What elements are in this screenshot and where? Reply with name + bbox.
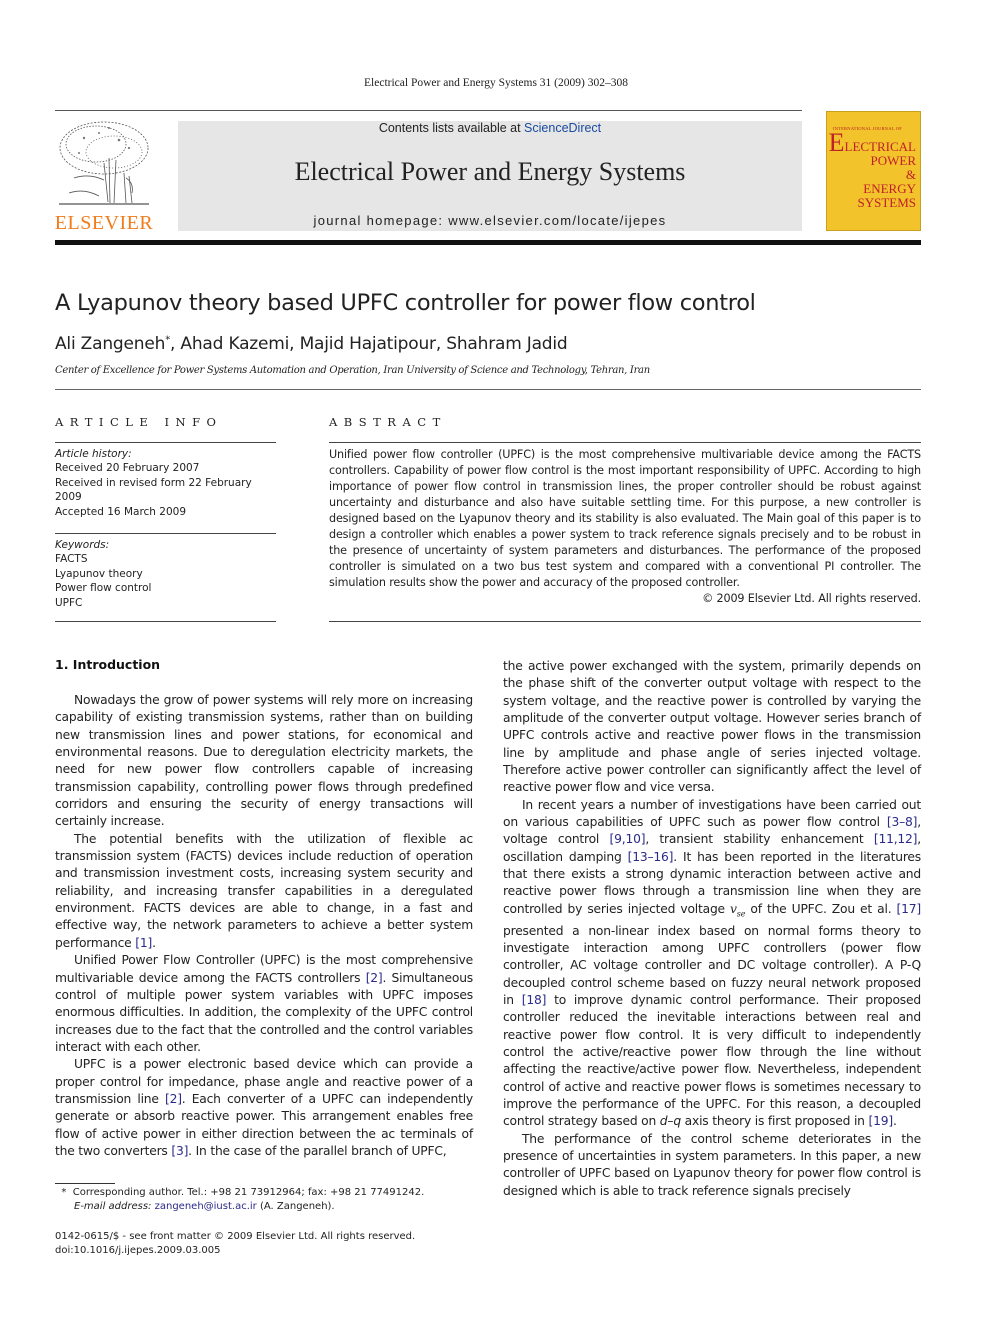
- email-link[interactable]: zangeneh@iust.ac.ir: [155, 1201, 257, 1212]
- paragraph-text: . In the case of the parallel branch of …: [188, 1143, 447, 1158]
- paragraph-text: In recent years a number of investigatio…: [503, 797, 921, 830]
- corresponding-author-info: Corresponding author. Tel.: +98 21 73912…: [72, 1187, 425, 1198]
- citation-link[interactable]: [11,12]: [874, 832, 918, 846]
- citation-link[interactable]: [1]: [135, 936, 152, 950]
- paragraph-text: axis theory is first proposed in: [680, 1114, 869, 1129]
- citation-link[interactable]: [3–8]: [887, 815, 918, 829]
- paragraph-text: to improve dynamic control performance. …: [503, 992, 921, 1129]
- citation-link[interactable]: [3]: [171, 1144, 188, 1158]
- author-name[interactable]: Ali Zangeneh: [55, 334, 165, 354]
- keyword-item: UPFC: [55, 596, 83, 609]
- paragraph: the active power exchanged with the syst…: [503, 659, 921, 795]
- history-item: Received 20 February 2007: [55, 462, 200, 475]
- paragraph: In recent years a number of investigatio…: [503, 797, 921, 1131]
- journal-cover-thumbnail[interactable]: INTERNATIONAL JOURNAL OF ELECTRICAL POWE…: [826, 111, 921, 231]
- paragraph-text: .: [152, 935, 156, 950]
- elsevier-logo[interactable]: ELSEVIER: [54, 118, 158, 236]
- cover-title: ELECTRICAL POWER & ENERGY SYSTEMS: [829, 130, 917, 210]
- contents-prefix: Contents lists available at: [378, 121, 525, 135]
- section-heading-introduction: 1. Introduction: [55, 657, 161, 672]
- math-base: v: [730, 901, 737, 916]
- cover-line: &: [905, 167, 916, 182]
- journal-homepage-link[interactable]: journal homepage: www.elsevier.com/locat…: [178, 213, 802, 228]
- history-item: Accepted 16 March 2009: [55, 505, 187, 518]
- running-head: Electrical Power and Energy Systems 31 (…: [364, 77, 628, 89]
- footnote: * Corresponding author. Tel.: +98 21 739…: [55, 1186, 475, 1214]
- sciencedirect-link[interactable]: ScienceDirect: [524, 121, 601, 135]
- affiliation: Center of Excellence for Power Systems A…: [55, 365, 650, 376]
- footnote-line: * Corresponding author. Tel.: +98 21 739…: [55, 1186, 475, 1200]
- citation-link[interactable]: [2]: [366, 971, 383, 985]
- cover-line: LECTRICAL: [844, 139, 917, 154]
- math-subscript: se: [736, 909, 746, 919]
- author-name[interactable]: Ahad Kazemi: [180, 334, 289, 354]
- paper-title: A Lyapunov theory based UPFC controller …: [55, 290, 756, 316]
- cover-line: SYSTEMS: [857, 195, 916, 210]
- journal-banner: Contents lists available at ScienceDirec…: [178, 121, 802, 231]
- footnote-email-line: E-mail address: zangeneh@iust.ac.ir (A. …: [55, 1200, 475, 1214]
- doi-line[interactable]: doi:10.1016/j.ijepes.2009.03.005: [55, 1244, 475, 1258]
- email-label: E-mail address:: [74, 1201, 152, 1212]
- contents-line: Contents lists available at ScienceDirec…: [178, 121, 802, 136]
- citation-link[interactable]: [19]: [869, 1114, 894, 1128]
- body-column-left: Nowadays the grow of power systems will …: [55, 692, 473, 1160]
- keyword-item: Power flow control: [55, 582, 152, 595]
- paragraph: The potential benefits with the utilizat…: [55, 831, 473, 952]
- corresponding-author-mark[interactable]: *: [165, 334, 170, 345]
- keywords-bottom-rule: [55, 621, 276, 622]
- footnote-mark: *: [61, 1187, 67, 1198]
- cover-initial: E: [828, 128, 845, 157]
- math-vse: vse: [730, 901, 746, 919]
- keyword-item: Lyapunov theory: [55, 567, 143, 580]
- paragraph-text: .: [892, 1114, 897, 1129]
- citation-link[interactable]: [17]: [897, 902, 922, 916]
- author-name[interactable]: Shahram Jadid: [446, 334, 567, 354]
- article-history-label: Article history:: [55, 448, 132, 460]
- keywords-label: Keywords:: [55, 539, 110, 551]
- keywords: Keywords: FACTS Lyapunov theory Power fl…: [55, 538, 280, 610]
- math-dq: d–q: [659, 1114, 681, 1129]
- affiliation-rule: [55, 389, 921, 390]
- citation-link[interactable]: [9,10]: [610, 832, 646, 846]
- keyword-item: FACTS: [55, 553, 88, 566]
- author-list: Ali Zangeneh*, Ahad Kazemi, Majid Hajati…: [55, 334, 568, 354]
- citation-link[interactable]: [18]: [522, 993, 547, 1007]
- email-suffix: (A. Zangeneh).: [256, 1201, 335, 1212]
- paragraph: Unified Power Flow Controller (UPFC) is …: [55, 952, 473, 1056]
- header-thick-rule: [55, 240, 921, 245]
- issn-line: 0142-0615/$ - see front matter © 2009 El…: [55, 1231, 416, 1242]
- article-history: Article history: Received 20 February 20…: [55, 447, 280, 519]
- footnote-rule: [55, 1183, 115, 1184]
- header-top-rule: [55, 110, 802, 111]
- elsevier-tree-icon: [59, 121, 149, 205]
- paragraph: UPFC is a power electronic based device …: [55, 1056, 473, 1160]
- paragraph-text: , transient stability enhancement: [645, 832, 874, 847]
- paragraph-text: of the UPFC. Zou et al.: [745, 901, 897, 916]
- cover-line: ENERGY: [863, 181, 916, 196]
- author-name[interactable]: Majid Hajatipour: [300, 334, 436, 354]
- front-matter-info: 0142-0615/$ - see front matter © 2009 El…: [55, 1230, 475, 1258]
- abstract-bottom-rule: [329, 621, 921, 622]
- citation-link[interactable]: [2]: [165, 1092, 182, 1106]
- paragraph: The performance of the control scheme de…: [503, 1131, 921, 1198]
- paragraph: Nowadays the grow of power systems will …: [55, 693, 473, 829]
- citation-link[interactable]: [13–16]: [628, 850, 674, 864]
- abstract: Unified power flow controller (UPFC) is …: [329, 447, 921, 607]
- elsevier-wordmark: ELSEVIER: [54, 212, 154, 234]
- body-column-right: the active power exchanged with the syst…: [503, 658, 921, 1200]
- journal-title: Electrical Power and Energy Systems: [294, 157, 686, 186]
- abstract-copyright: © 2009 Elsevier Ltd. All rights reserved…: [702, 592, 921, 605]
- abstract-heading: ABSTRACT: [329, 415, 447, 429]
- abstract-rule: [329, 442, 921, 443]
- abstract-text: Unified power flow controller (UPFC) is …: [329, 448, 921, 589]
- paragraph-text: The potential benefits with the utilizat…: [55, 831, 473, 950]
- article-info-rule: [55, 442, 276, 443]
- history-item: Received in revised form 22 February 200…: [55, 476, 252, 504]
- article-info-heading: ARTICLE INFO: [55, 415, 223, 429]
- keywords-rule: [55, 533, 276, 534]
